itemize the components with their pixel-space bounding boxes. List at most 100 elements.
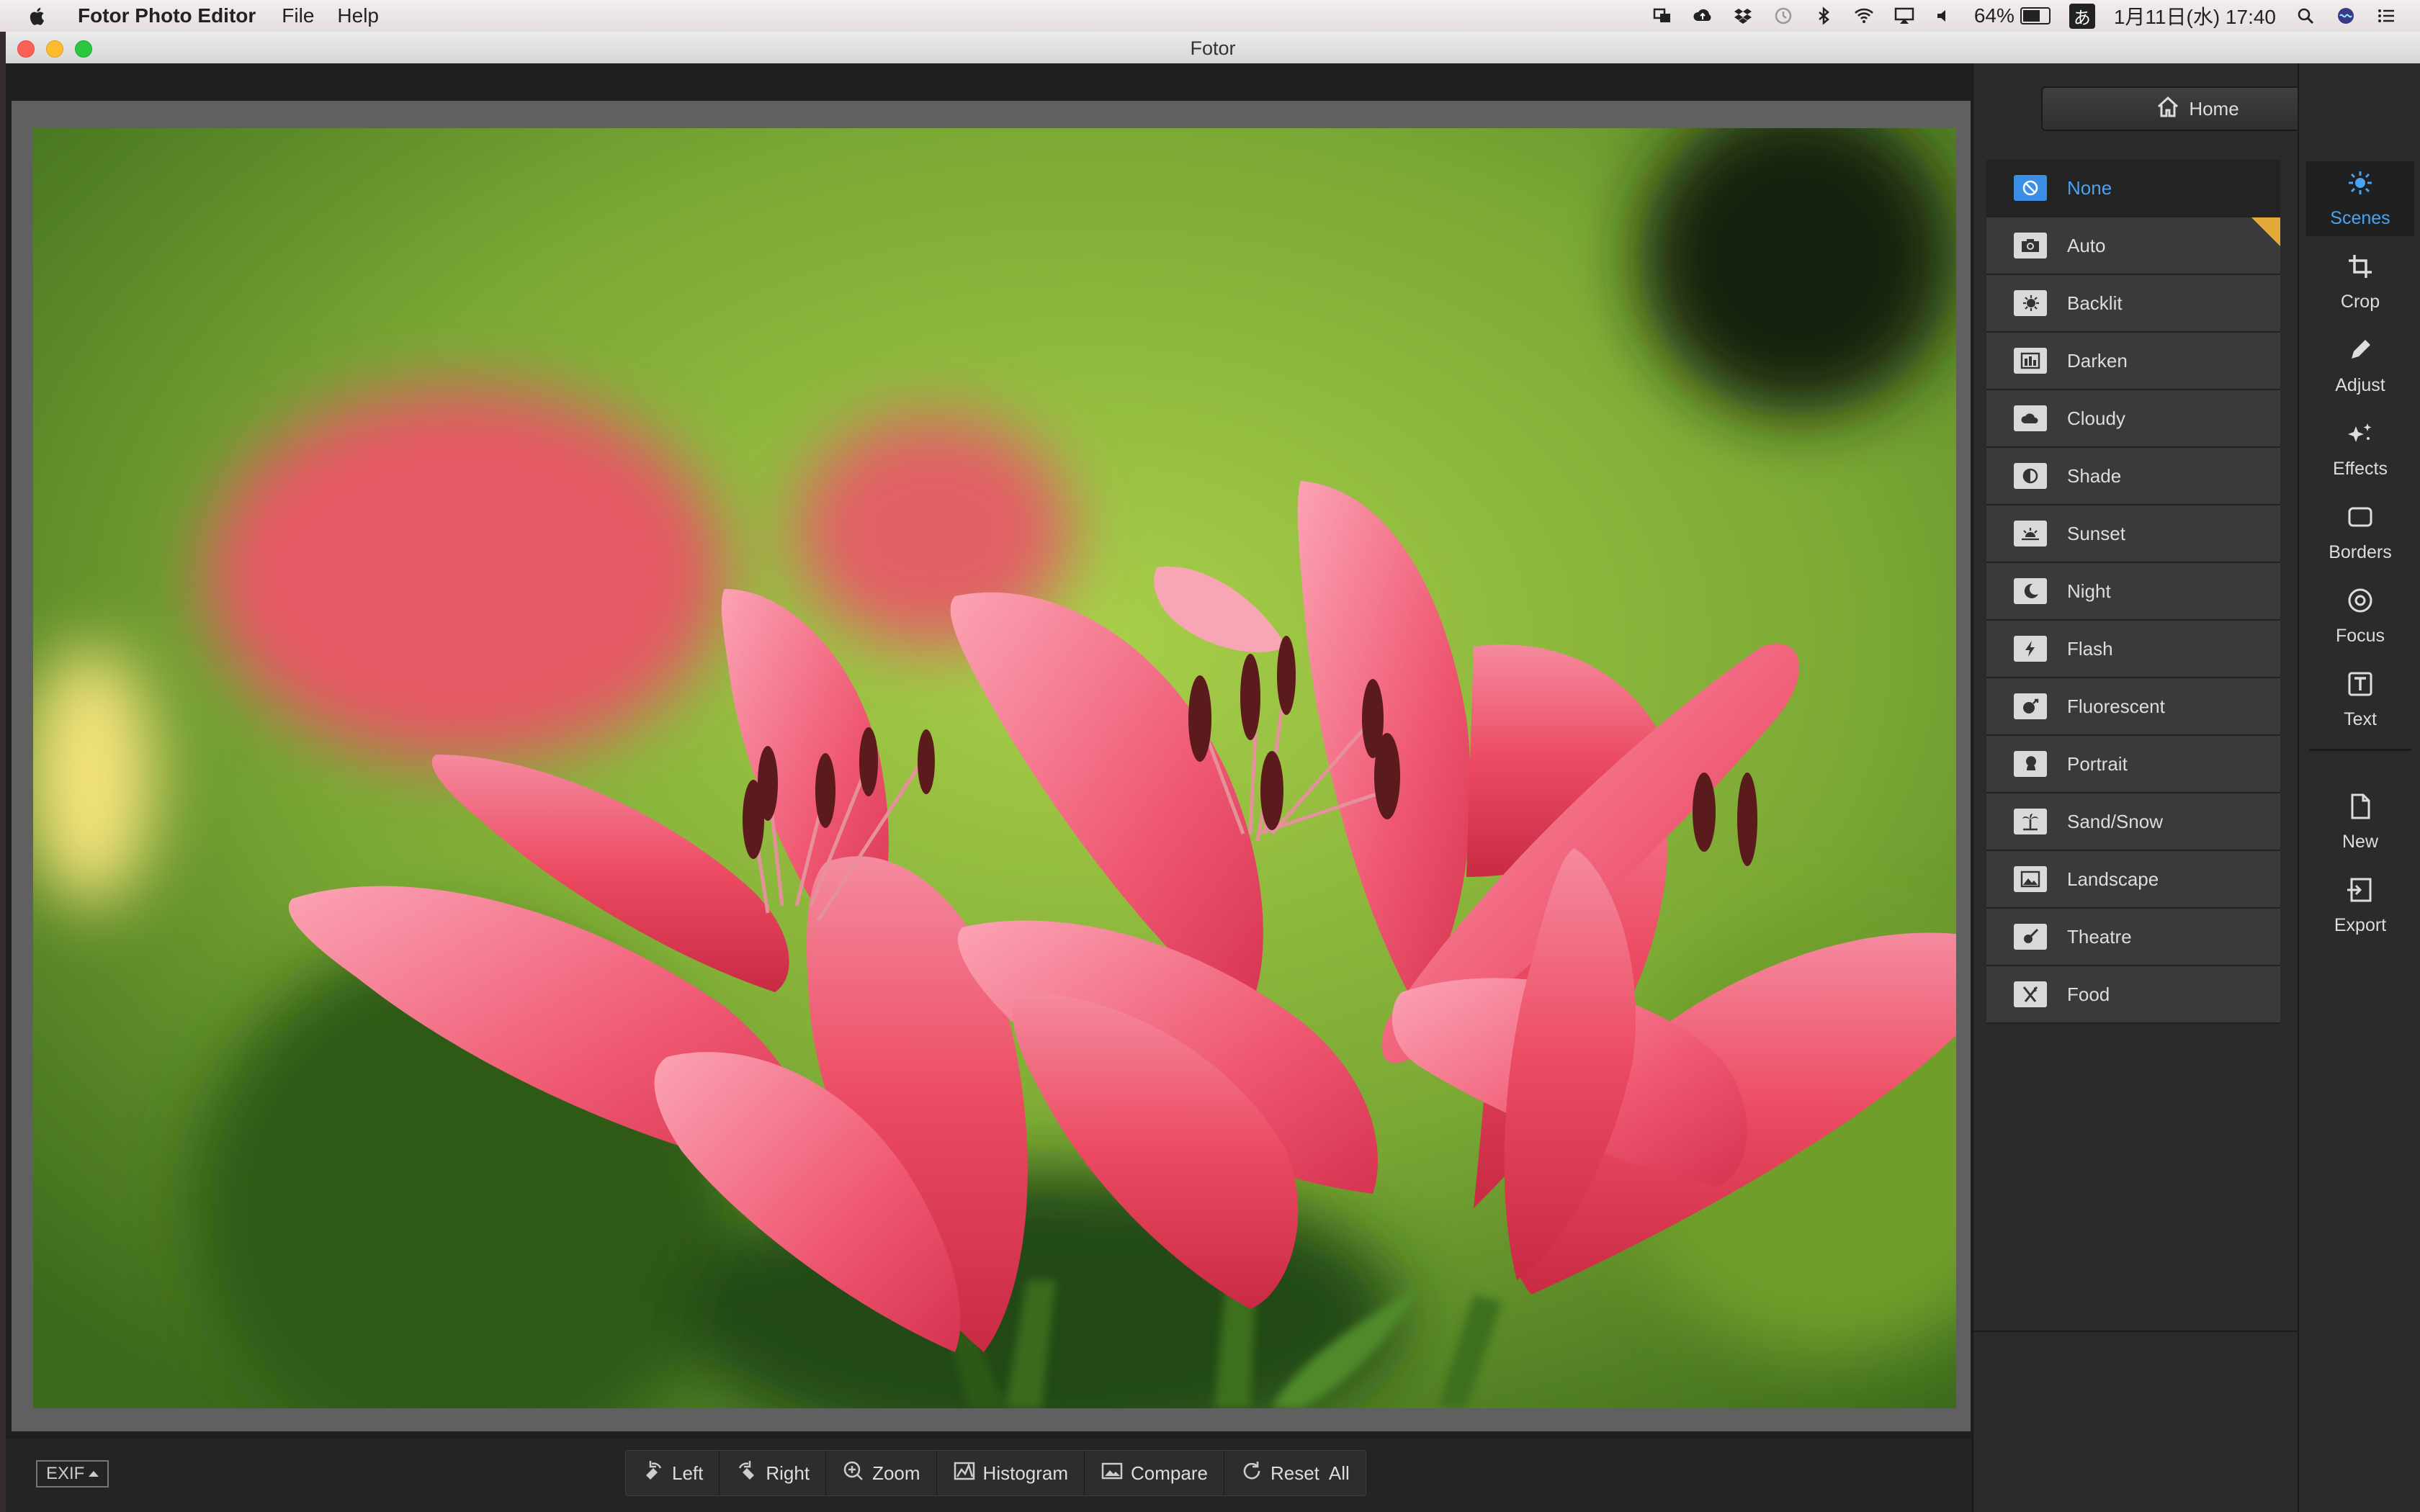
darken-icon xyxy=(2014,348,2047,374)
cloud-icon xyxy=(2014,405,2047,431)
apple-icon[interactable] xyxy=(27,5,49,27)
flash-icon xyxy=(2014,636,2047,662)
tool-text[interactable]: Text xyxy=(2306,662,2414,737)
fluorescent-icon xyxy=(2014,693,2047,719)
screen-share-icon[interactable] xyxy=(1652,5,1673,27)
time-machine-icon[interactable] xyxy=(1773,5,1794,27)
scene-label: None xyxy=(2067,176,2112,199)
photo-canvas[interactable] xyxy=(33,128,1956,1408)
scene-item-flash[interactable]: Flash xyxy=(1986,621,2280,678)
sun-icon xyxy=(2346,168,2375,202)
zoom-label: Zoom xyxy=(872,1462,920,1484)
zoom-icon xyxy=(842,1459,865,1488)
scene-item-food[interactable]: Food xyxy=(1986,966,2280,1024)
compare-button[interactable]: Compare xyxy=(1085,1451,1224,1495)
bottom-toolbar: EXIF Left Right Zoom Histogram Compare R… xyxy=(6,1439,1972,1512)
tool-label: Export xyxy=(2334,915,2387,935)
histogram-icon xyxy=(953,1459,976,1488)
zoom-button[interactable]: Zoom xyxy=(826,1451,937,1495)
menubar-status-area: 64% あ 1月11日(水) 17:40 xyxy=(1652,1,2397,30)
scene-label: Food xyxy=(2067,983,2110,1005)
night-icon xyxy=(2014,578,2047,604)
tool-label: Crop xyxy=(2340,292,2380,312)
spotlight-search-icon[interactable] xyxy=(2295,5,2316,27)
scene-label: Fluorescent xyxy=(2067,695,2165,717)
scene-item-fluorescent[interactable]: Fluorescent xyxy=(1986,678,2280,736)
scene-label: Cloudy xyxy=(2067,407,2125,429)
reset-all-label: Reset All xyxy=(1270,1462,1350,1484)
scene-item-landscape[interactable]: Landscape xyxy=(1986,851,2280,909)
scene-label: Theatre xyxy=(2067,925,2132,948)
tool-label: Focus xyxy=(2335,626,2385,646)
tool-crop[interactable]: Crop xyxy=(2306,245,2414,320)
input-method-indicator[interactable]: あ xyxy=(2069,3,2095,29)
scene-item-backlit[interactable]: Backlit xyxy=(1986,275,2280,333)
focus-icon xyxy=(2346,586,2375,620)
reset-all-button[interactable]: Reset All xyxy=(1224,1451,1366,1495)
histogram-button[interactable]: Histogram xyxy=(937,1451,1085,1495)
editor-workspace xyxy=(6,63,1972,1439)
histogram-label: Histogram xyxy=(982,1462,1069,1484)
airplay-icon[interactable] xyxy=(1894,5,1915,27)
compare-icon xyxy=(1101,1459,1124,1488)
dropbox-icon[interactable] xyxy=(1732,5,1754,27)
scene-label: Portrait xyxy=(2067,752,2128,775)
menu-file[interactable]: File xyxy=(282,4,314,27)
view-tool-group: Left Right Zoom Histogram Compare Reset … xyxy=(625,1450,1366,1496)
scene-item-none[interactable]: None xyxy=(1986,160,2280,217)
export-icon xyxy=(2346,876,2375,909)
theatre-icon xyxy=(2014,924,2047,950)
none-icon xyxy=(2014,175,2047,201)
volume-icon[interactable] xyxy=(1934,5,1955,27)
tool-effects[interactable]: Effects xyxy=(2306,412,2414,487)
notification-center-icon[interactable] xyxy=(2375,5,2397,27)
scene-item-auto[interactable]: Auto xyxy=(1986,217,2280,275)
scene-item-darken[interactable]: Darken xyxy=(1986,333,2280,390)
scene-item-sand-snow[interactable]: Sand/Snow xyxy=(1986,793,2280,851)
wifi-icon[interactable] xyxy=(1853,5,1875,27)
rotate-left-icon xyxy=(642,1459,665,1488)
tool-label: Borders xyxy=(2329,542,2392,562)
rotate-left-button[interactable]: Left xyxy=(626,1451,720,1495)
scene-label: Darken xyxy=(2067,349,2128,372)
scene-item-theatre[interactable]: Theatre xyxy=(1986,909,2280,966)
home-icon xyxy=(2156,94,2180,124)
cloud-upload-icon[interactable] xyxy=(1692,5,1713,27)
menubar-clock[interactable]: 1月11日(水) 17:40 xyxy=(2114,1,2276,30)
scene-item-night[interactable]: Night xyxy=(1986,563,2280,621)
caret-up-icon xyxy=(89,1471,99,1477)
scene-item-portrait[interactable]: Portrait xyxy=(1986,736,2280,793)
tool-label: Adjust xyxy=(2335,375,2385,395)
sparkle-icon xyxy=(2346,419,2375,453)
panel-divider xyxy=(1973,1331,2298,1332)
exif-button[interactable]: EXIF xyxy=(36,1460,109,1488)
tool-borders[interactable]: Borders xyxy=(2306,495,2414,570)
scenes-panel: Home None Auto Backlit Darken Cloudy Sha… xyxy=(1972,63,2354,1512)
food-icon xyxy=(2014,981,2047,1007)
sunset-icon xyxy=(2014,521,2047,546)
tool-focus[interactable]: Focus xyxy=(2306,579,2414,654)
tool-label: Effects xyxy=(2333,459,2388,479)
sidebar-separator xyxy=(2309,749,2411,751)
scene-item-shade[interactable]: Shade xyxy=(1986,448,2280,505)
bluetooth-icon[interactable] xyxy=(1813,5,1834,27)
tool-scenes[interactable]: Scenes xyxy=(2306,161,2414,236)
scene-label: Night xyxy=(2067,580,2111,602)
tool-adjust[interactable]: Adjust xyxy=(2306,328,2414,403)
siri-icon[interactable] xyxy=(2335,5,2357,27)
app-menu-name[interactable]: Fotor Photo Editor xyxy=(78,4,256,27)
exif-label: EXIF xyxy=(46,1464,85,1483)
palm-icon xyxy=(2014,809,2047,834)
tool-new[interactable]: New xyxy=(2306,785,2414,860)
tool-export[interactable]: Export xyxy=(2306,868,2414,943)
menu-help[interactable]: Help xyxy=(337,4,379,27)
camera-icon xyxy=(2014,233,2047,258)
window-title: Fotor xyxy=(1190,37,1236,59)
battery-status[interactable]: 64% xyxy=(1974,4,2051,27)
text-icon xyxy=(2346,670,2375,703)
rotate-right-label: Right xyxy=(766,1462,810,1484)
scene-item-sunset[interactable]: Sunset xyxy=(1986,505,2280,563)
scene-label: Auto xyxy=(2067,234,2106,256)
rotate-right-button[interactable]: Right xyxy=(720,1451,827,1495)
scene-item-cloudy[interactable]: Cloudy xyxy=(1986,390,2280,448)
